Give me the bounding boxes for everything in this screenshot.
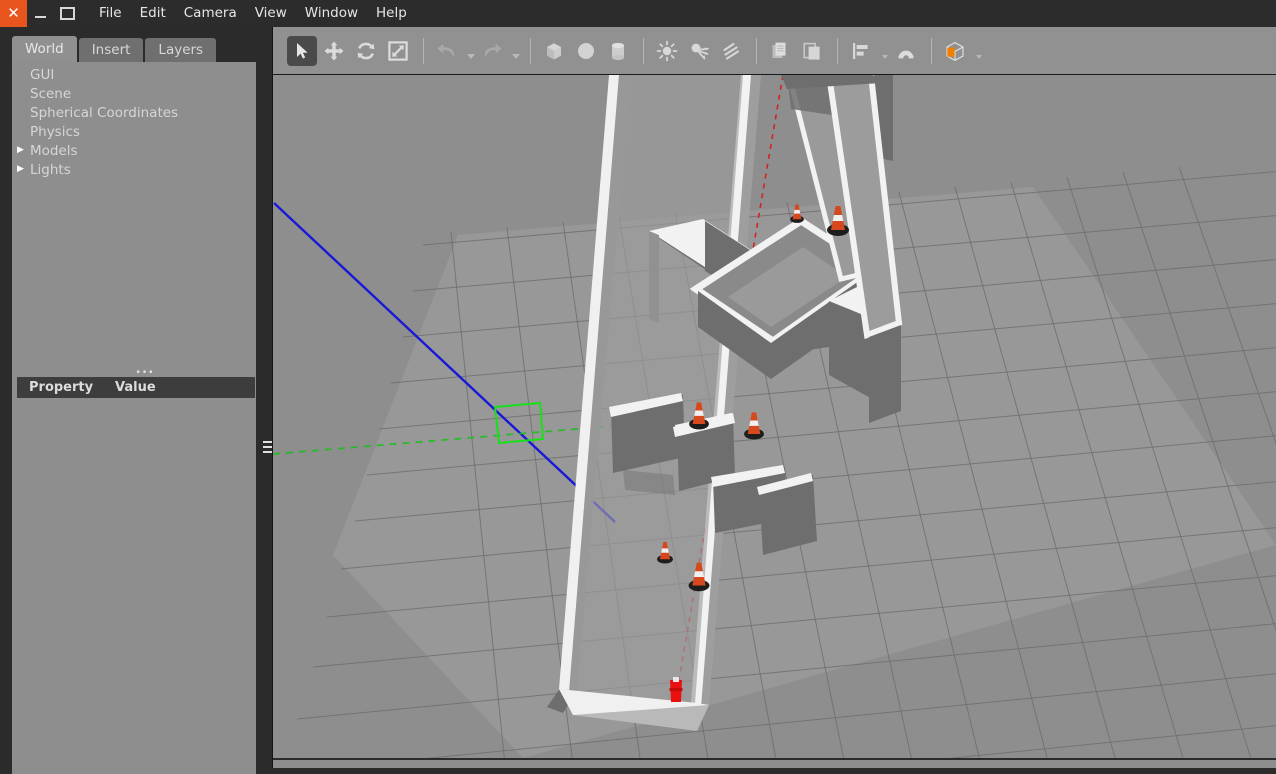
view-angle-dropdown-button[interactable] xyxy=(972,36,985,66)
undo-button[interactable] xyxy=(432,36,462,66)
cursor-arrow-icon xyxy=(297,43,308,59)
point-light-icon xyxy=(656,40,678,62)
box-icon xyxy=(547,43,561,60)
menu-edit[interactable]: Edit xyxy=(131,0,175,27)
property-column-header: Property xyxy=(29,380,94,395)
red-vehicle xyxy=(669,677,683,702)
chevron-down-icon xyxy=(466,54,475,59)
world-tree-panel: GUI Scene Spherical Coordinates Physics … xyxy=(12,62,256,774)
spot-light-button[interactable] xyxy=(684,36,714,66)
panel-splitter-handle[interactable]: ••• xyxy=(130,369,160,378)
insert-sphere-button[interactable] xyxy=(571,36,601,66)
toolbar-separator xyxy=(931,38,932,64)
align-dropdown-button[interactable] xyxy=(878,36,891,66)
maximize-icon xyxy=(60,7,75,20)
menu-view[interactable]: View xyxy=(246,0,296,27)
expand-arrow-icon[interactable]: ▶ xyxy=(17,146,29,155)
rotate-mode-button[interactable] xyxy=(351,36,381,66)
tree-item-label: Scene xyxy=(30,85,72,102)
cylinder-icon xyxy=(612,42,624,61)
chevron-down-icon xyxy=(975,55,982,59)
toolbar-separator xyxy=(643,38,644,64)
menu-camera[interactable]: Camera xyxy=(175,0,246,27)
toolbar-separator xyxy=(837,38,838,64)
snap-button[interactable] xyxy=(891,36,921,66)
undo-dropdown-button[interactable] xyxy=(464,36,477,66)
gazebo-3d-viewport[interactable] xyxy=(273,75,1276,758)
window-minimize-button[interactable] xyxy=(27,0,54,27)
tree-item-spherical-coordinates[interactable]: Spherical Coordinates xyxy=(12,103,256,122)
window-close-button[interactable]: ✕ xyxy=(0,0,27,27)
insert-box-button[interactable] xyxy=(539,36,569,66)
translate-mode-button[interactable] xyxy=(319,36,349,66)
tree-item-scene[interactable]: Scene xyxy=(12,84,256,103)
toolbar-separator xyxy=(756,38,757,64)
chevron-down-icon xyxy=(881,55,888,59)
tree-item-label: Models xyxy=(30,142,78,159)
window-maximize-button[interactable] xyxy=(54,0,81,27)
redo-button[interactable] xyxy=(477,36,507,66)
tree-item-label: Physics xyxy=(30,123,80,140)
directional-light-icon xyxy=(723,42,740,60)
move-arrows-icon xyxy=(324,41,344,61)
sphere-icon xyxy=(578,43,594,59)
directional-light-button[interactable] xyxy=(716,36,746,66)
property-table-header: Property Value xyxy=(17,377,255,398)
minimize-icon xyxy=(35,16,46,18)
tree-item-label: Lights xyxy=(30,161,71,178)
tree-item-physics[interactable]: Physics xyxy=(12,122,256,141)
left-panel: World Insert Layers GUI Scene Spherical … xyxy=(0,27,262,774)
tab-layers[interactable]: Layers xyxy=(145,38,217,63)
view-cube-icon xyxy=(946,41,964,62)
toolbar-separator xyxy=(530,38,531,64)
scale-arrows-icon xyxy=(388,41,408,61)
tree-item-lights[interactable]: ▶ Lights xyxy=(12,160,256,179)
close-icon: ✕ xyxy=(7,4,20,22)
tree-item-label: GUI xyxy=(30,66,55,83)
world-tree: GUI Scene Spherical Coordinates Physics … xyxy=(12,65,256,179)
menu-bar: File Edit Camera View Window Help xyxy=(90,0,416,27)
copy-icon xyxy=(772,42,786,58)
tab-world[interactable]: World xyxy=(12,36,77,63)
point-light-button[interactable] xyxy=(652,36,682,66)
paste-button[interactable] xyxy=(797,36,827,66)
chevron-down-icon xyxy=(511,54,520,59)
align-icon xyxy=(853,43,868,59)
magnet-snap-icon xyxy=(898,50,914,59)
tree-item-label: Spherical Coordinates xyxy=(30,104,179,121)
value-column-header: Value xyxy=(115,380,156,395)
redo-dropdown-button[interactable] xyxy=(509,36,522,66)
splitter-grip-icon xyxy=(263,441,272,456)
menu-file[interactable]: File xyxy=(90,0,131,27)
view-angle-button[interactable] xyxy=(940,36,970,66)
expand-arrow-icon[interactable]: ▶ xyxy=(17,165,29,174)
redo-arrow-icon xyxy=(484,43,502,58)
scene-render xyxy=(273,75,1276,758)
insert-cylinder-button[interactable] xyxy=(603,36,633,66)
viewport-bottom-strip xyxy=(273,758,1276,768)
tree-item-models[interactable]: ▶ Models xyxy=(12,141,256,160)
main-toolbar xyxy=(273,27,1276,75)
menu-window[interactable]: Window xyxy=(296,0,367,27)
panel-viewport-splitter[interactable] xyxy=(262,27,273,768)
rotate-arrows-icon xyxy=(357,42,375,60)
spot-light-icon xyxy=(691,43,709,60)
toolbar-separator xyxy=(423,38,424,64)
tab-insert[interactable]: Insert xyxy=(78,38,144,63)
menu-help[interactable]: Help xyxy=(367,0,416,27)
panel-tabs: World Insert Layers xyxy=(12,35,218,63)
copy-button[interactable] xyxy=(765,36,795,66)
select-mode-button[interactable] xyxy=(287,36,317,66)
scale-mode-button[interactable] xyxy=(383,36,413,66)
title-bar: ✕ File Edit Camera View Window Help xyxy=(0,0,1276,27)
align-button[interactable] xyxy=(846,36,876,66)
tree-item-gui[interactable]: GUI xyxy=(12,65,256,84)
paste-icon xyxy=(803,42,820,60)
undo-arrow-icon xyxy=(437,43,455,58)
